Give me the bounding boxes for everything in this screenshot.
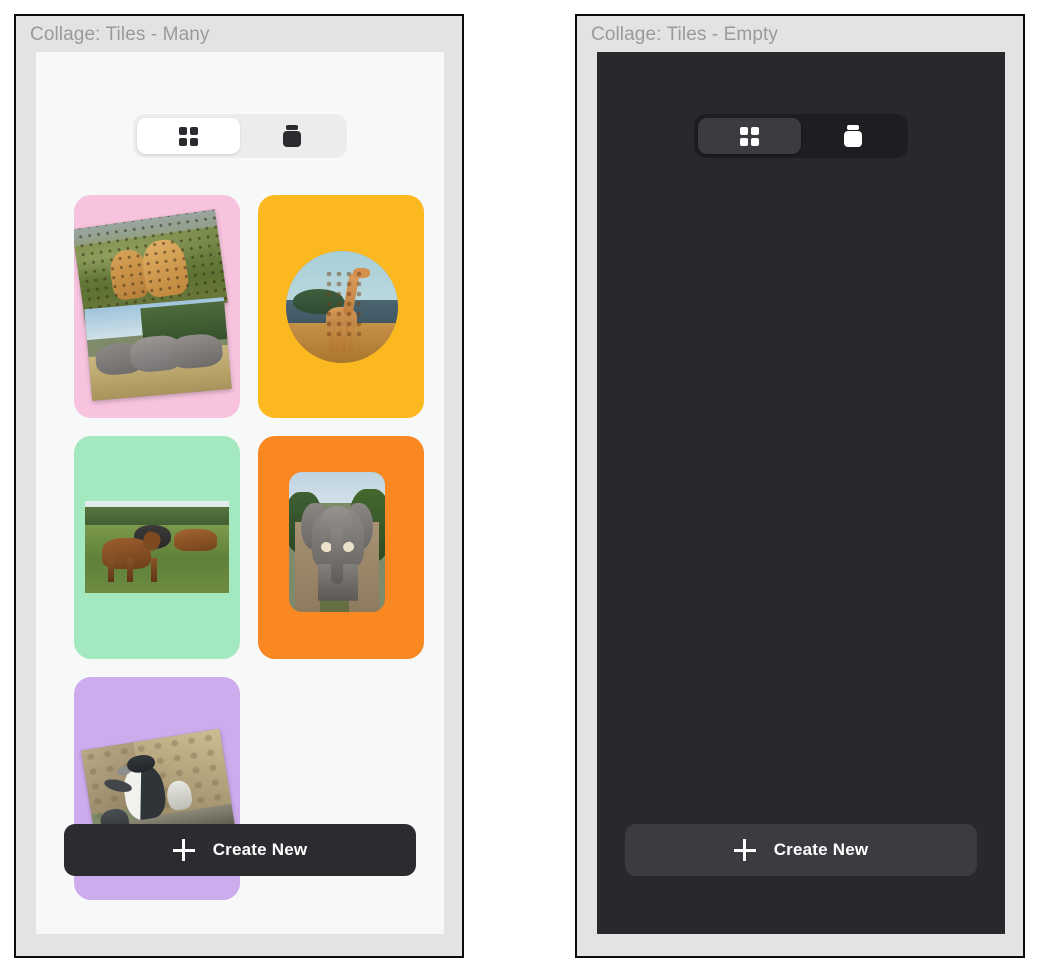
phone-viewport-many: Create New — [36, 52, 444, 934]
photo-rhinos[interactable] — [84, 297, 232, 401]
view-mode-segmented-control[interactable] — [133, 114, 347, 158]
collage-tile[interactable] — [258, 436, 424, 659]
phone-viewport-empty: Create New — [597, 52, 1005, 934]
panel-title-empty: Collage: Tiles - Empty — [591, 24, 778, 45]
create-new-button[interactable]: Create New — [64, 824, 416, 876]
panel-frame-empty: Collage: Tiles - Empty Create New — [575, 14, 1025, 958]
screenshot-root: Collage: Tiles - Many Create New Collage… — [0, 0, 1039, 972]
collage-tile[interactable] — [74, 195, 240, 418]
plus-icon — [172, 839, 195, 861]
create-new-label: Create New — [212, 840, 308, 859]
segment-trash-view[interactable] — [240, 118, 343, 154]
collage-tile[interactable] — [74, 436, 240, 659]
photo-giraffe[interactable] — [286, 251, 398, 363]
plus-icon — [733, 839, 756, 861]
segment-trash-view-dark[interactable] — [801, 118, 904, 154]
view-mode-segmented-control-dark[interactable] — [694, 114, 908, 158]
collage-tile-grid — [74, 195, 424, 900]
grid-icon — [740, 126, 759, 146]
photo-nyala[interactable] — [85, 501, 229, 593]
trash-bin-icon — [843, 125, 863, 147]
segment-grid-view[interactable] — [137, 118, 240, 154]
photo-elephant[interactable] — [289, 472, 385, 612]
panel-frame-many: Collage: Tiles - Many Create New — [14, 14, 464, 958]
grid-icon — [179, 126, 198, 146]
segment-grid-view-dark[interactable] — [698, 118, 801, 154]
create-new-label: Create New — [773, 840, 869, 859]
collage-tile[interactable] — [258, 195, 424, 418]
trash-bin-icon — [282, 125, 302, 147]
panel-title-many: Collage: Tiles - Many — [30, 24, 210, 45]
create-new-button-dark[interactable]: Create New — [625, 824, 977, 876]
